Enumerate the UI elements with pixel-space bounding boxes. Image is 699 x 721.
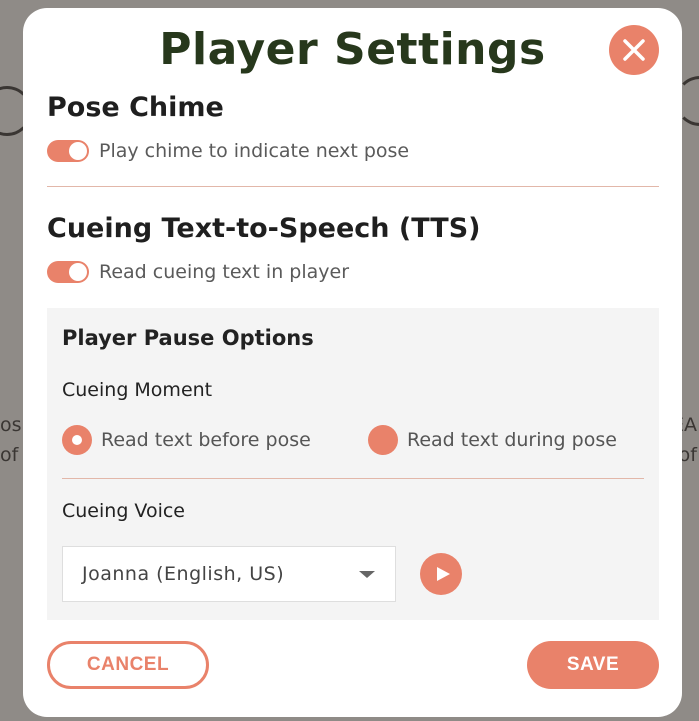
cueing-voice-label: Cueing Voice (62, 500, 185, 522)
radio-during-pose[interactable]: Read text during pose (368, 425, 617, 455)
background-text: os (0, 414, 22, 436)
radio-label: Read text during pose (407, 429, 617, 451)
section-divider (47, 186, 659, 187)
cueing-moment-label: Cueing Moment (62, 379, 213, 401)
radio-dot (72, 435, 82, 445)
toggle-knob (69, 263, 87, 281)
tts-toggle-label: Read cueing text in player (99, 261, 350, 283)
cueing-voice-value: Joanna (English, US) (82, 563, 285, 585)
close-button[interactable] (609, 25, 659, 75)
cueing-voice-select[interactable]: Joanna (English, US) (62, 546, 396, 602)
radio-button-selected[interactable] (62, 425, 92, 455)
radio-label: Read text before pose (101, 429, 311, 451)
radio-before-pose[interactable]: Read text before pose (62, 425, 311, 455)
tts-heading: Cueing Text-to-Speech (TTS) (47, 213, 481, 244)
tts-toggle[interactable] (47, 261, 89, 283)
close-icon (623, 39, 645, 61)
panel-divider (62, 478, 644, 479)
pose-chime-heading: Pose Chime (47, 92, 224, 123)
radio-button[interactable] (368, 425, 398, 455)
player-settings-modal: Player Settings Pose Chime Play chime to… (23, 8, 682, 717)
chevron-down-icon (359, 571, 375, 578)
pose-chime-toggle[interactable] (47, 140, 89, 162)
save-button[interactable]: SAVE (527, 641, 659, 689)
play-icon (436, 567, 450, 581)
background-text: of (0, 444, 19, 466)
player-pause-options-panel: Player Pause Options Cueing Moment Read … (47, 308, 659, 620)
cancel-button[interactable]: CANCEL (47, 641, 209, 689)
pause-options-title: Player Pause Options (62, 326, 314, 350)
pose-chime-toggle-label: Play chime to indicate next pose (99, 140, 410, 162)
tts-row: Read cueing text in player (47, 261, 349, 283)
toggle-knob (69, 142, 87, 160)
pose-chime-row: Play chime to indicate next pose (47, 140, 409, 162)
play-voice-button[interactable] (420, 553, 462, 595)
modal-title: Player Settings (159, 24, 546, 75)
